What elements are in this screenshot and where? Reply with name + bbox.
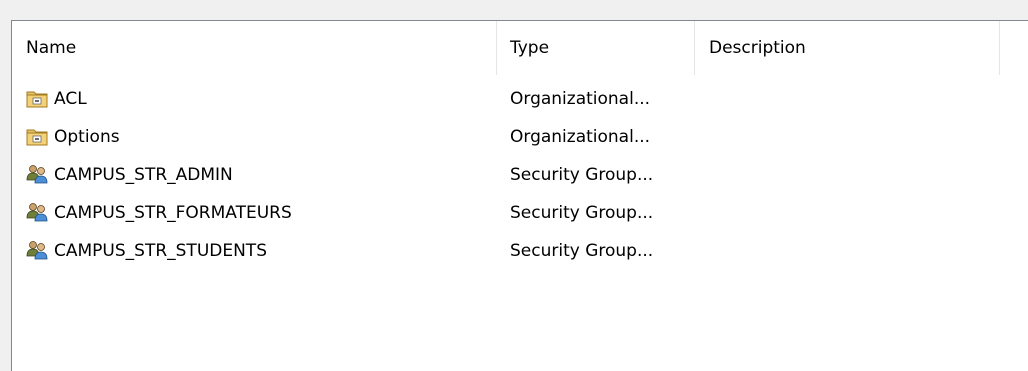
list-item-name: ACL	[54, 89, 87, 109]
list-item-type: Organizational...	[510, 127, 651, 147]
list-rows: ACL Organizational... Options Organizati…	[12, 80, 1028, 270]
column-header-type[interactable]: Type	[497, 21, 695, 75]
security-group-icon	[26, 241, 48, 260]
list-item[interactable]: Options Organizational...	[12, 118, 1028, 156]
list-item[interactable]: CAMPUS_STR_STUDENTS Security Group...	[12, 232, 1028, 270]
security-group-icon	[26, 165, 48, 184]
list-item[interactable]: CAMPUS_STR_FORMATEURS Security Group...	[12, 194, 1028, 232]
column-header-description[interactable]: Description	[695, 21, 1000, 75]
list-item-name: Options	[54, 127, 120, 147]
list-item-name: CAMPUS_STR_STUDENTS	[54, 241, 267, 261]
list-item-name: CAMPUS_STR_ADMIN	[54, 165, 233, 185]
list-item-name: CAMPUS_STR_FORMATEURS	[54, 203, 292, 223]
list-item[interactable]: ACL Organizational...	[12, 80, 1028, 118]
list-item-type: Security Group...	[510, 165, 654, 185]
ou-folder-icon	[26, 91, 48, 108]
ou-folder-icon	[26, 129, 48, 146]
column-header-filler	[1000, 21, 1028, 75]
list-view[interactable]: Name Type Description ACL Organizational…	[11, 20, 1028, 371]
list-item-type: Organizational...	[510, 89, 651, 109]
column-header-bar: Name Type Description	[12, 21, 1028, 75]
list-item[interactable]: CAMPUS_STR_ADMIN Security Group...	[12, 156, 1028, 194]
list-item-type: Security Group...	[510, 241, 654, 261]
column-header-name[interactable]: Name	[12, 21, 497, 75]
list-item-type: Security Group...	[510, 203, 654, 223]
security-group-icon	[26, 203, 48, 222]
